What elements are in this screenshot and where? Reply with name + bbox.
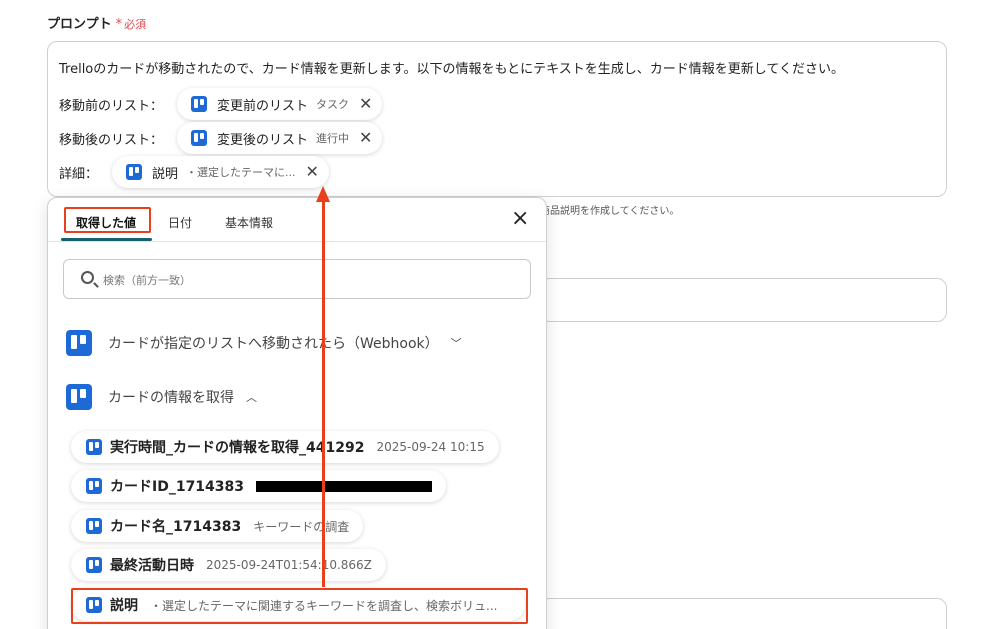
popup-tabs: 取得した値 日付 基本情報 × bbox=[48, 198, 546, 242]
prompt-row-before-list: 移動前のリスト： 変更前のリスト タスク ✕ bbox=[59, 88, 383, 120]
item-value: キーワードの調査 bbox=[253, 519, 350, 534]
chip-title: 変更後のリスト bbox=[217, 132, 309, 148]
helper-text: 商品説明を作成してください。 bbox=[540, 206, 680, 217]
trello-icon bbox=[191, 130, 208, 146]
search-input[interactable]: 検索（前方一致） bbox=[63, 259, 531, 299]
chevron-up-icon: ︿ bbox=[246, 391, 257, 404]
trello-icon bbox=[66, 384, 92, 410]
item-title: カードID_1714383 bbox=[110, 479, 245, 495]
chevron-down-icon: ﹀ bbox=[450, 337, 462, 350]
row-label: 移動前のリスト： bbox=[59, 98, 164, 114]
annotation-arrow-line bbox=[322, 200, 325, 587]
trello-icon bbox=[66, 330, 92, 356]
chip-value: ・選定したテーマに... bbox=[186, 166, 296, 179]
section-title: カードの情報を取得 bbox=[108, 390, 234, 406]
prompt-label: プロンプト * 必須 bbox=[47, 13, 146, 32]
value-item-card-id[interactable]: カードID_1714383 bbox=[71, 470, 447, 502]
row-label: 移動後のリスト： bbox=[59, 132, 164, 148]
prompt-textarea[interactable]: Trelloのカードが移動されたので、カード情報を更新します。以下の情報をもとに… bbox=[47, 41, 947, 197]
item-value: 2025-09-24T01:54:10.866Z bbox=[206, 558, 372, 572]
item-title: 実行時間_カードの情報を取得_441292 bbox=[110, 440, 365, 456]
variable-chip-details[interactable]: 説明 ・選定したテーマに... ✕ bbox=[112, 156, 329, 188]
trello-icon bbox=[86, 439, 102, 455]
value-picker-popup: 取得した値 日付 基本情報 × 検索（前方一致） カードが指定のリストへ移動され… bbox=[47, 197, 547, 629]
item-title: カード名_1714383 bbox=[110, 519, 242, 535]
chip-title: 変更前のリスト bbox=[217, 98, 309, 114]
prompt-label-text: プロンプト bbox=[47, 17, 112, 32]
section-webhook-trigger[interactable]: カードが指定のリストへ移動されたら（Webhook） ﹀ bbox=[66, 330, 462, 356]
trello-icon bbox=[126, 164, 143, 180]
chip-title: 説明 bbox=[152, 166, 179, 182]
redaction-bar bbox=[256, 480, 433, 492]
annotation-highlight-description bbox=[71, 588, 528, 624]
prompt-row-after-list: 移動後のリスト： 変更後のリスト 進行中 ✕ bbox=[59, 122, 383, 154]
item-value: 2025-09-24 10:15 bbox=[376, 440, 485, 454]
value-item-execution-time[interactable]: 実行時間_カードの情報を取得_441292 2025-09-24 10:15 bbox=[71, 431, 499, 463]
remove-chip-icon[interactable]: ✕ bbox=[306, 164, 319, 180]
search-placeholder: 検索（前方一致） bbox=[103, 274, 191, 287]
annotation-highlight-tab bbox=[64, 207, 151, 233]
prompt-text: Trelloのカードが移動されたので、カード情報を更新します。以下の情報をもとに… bbox=[59, 62, 845, 77]
trello-icon bbox=[86, 478, 102, 494]
search-icon bbox=[81, 271, 94, 284]
value-item-card-name[interactable]: カード名_1714383 キーワードの調査 bbox=[71, 510, 364, 542]
close-icon[interactable]: × bbox=[511, 208, 529, 230]
remove-chip-icon[interactable]: ✕ bbox=[359, 96, 372, 112]
remove-chip-icon[interactable]: ✕ bbox=[359, 130, 372, 146]
section-title: カードが指定のリストへ移動されたら（Webhook） bbox=[108, 336, 439, 352]
tab-date[interactable]: 日付 bbox=[168, 214, 192, 231]
item-title: 最終活動日時 bbox=[110, 558, 194, 574]
active-tab-indicator bbox=[61, 238, 152, 241]
variable-chip-before-list[interactable]: 変更前のリスト タスク ✕ bbox=[177, 88, 383, 120]
prompt-row-details: 詳細： 説明 ・選定したテーマに... ✕ bbox=[59, 156, 329, 188]
chip-value: 進行中 bbox=[316, 132, 350, 145]
trello-icon bbox=[86, 518, 102, 534]
trello-icon bbox=[86, 557, 102, 573]
section-get-card-info[interactable]: カードの情報を取得 ︿ bbox=[66, 384, 257, 410]
variable-chip-after-list[interactable]: 変更後のリスト 進行中 ✕ bbox=[177, 122, 383, 154]
required-mark: * bbox=[115, 17, 123, 32]
chip-value: タスク bbox=[316, 98, 350, 111]
tab-basic-info[interactable]: 基本情報 bbox=[225, 214, 273, 231]
required-text: 必須 bbox=[124, 18, 147, 31]
background-input[interactable] bbox=[540, 278, 947, 322]
background-input-lower[interactable] bbox=[540, 598, 947, 629]
annotation-arrow-head bbox=[316, 186, 330, 202]
row-label: 詳細： bbox=[59, 166, 99, 182]
trello-icon bbox=[191, 96, 208, 112]
value-item-last-activity[interactable]: 最終活動日時 2025-09-24T01:54:10.866Z bbox=[71, 549, 386, 581]
